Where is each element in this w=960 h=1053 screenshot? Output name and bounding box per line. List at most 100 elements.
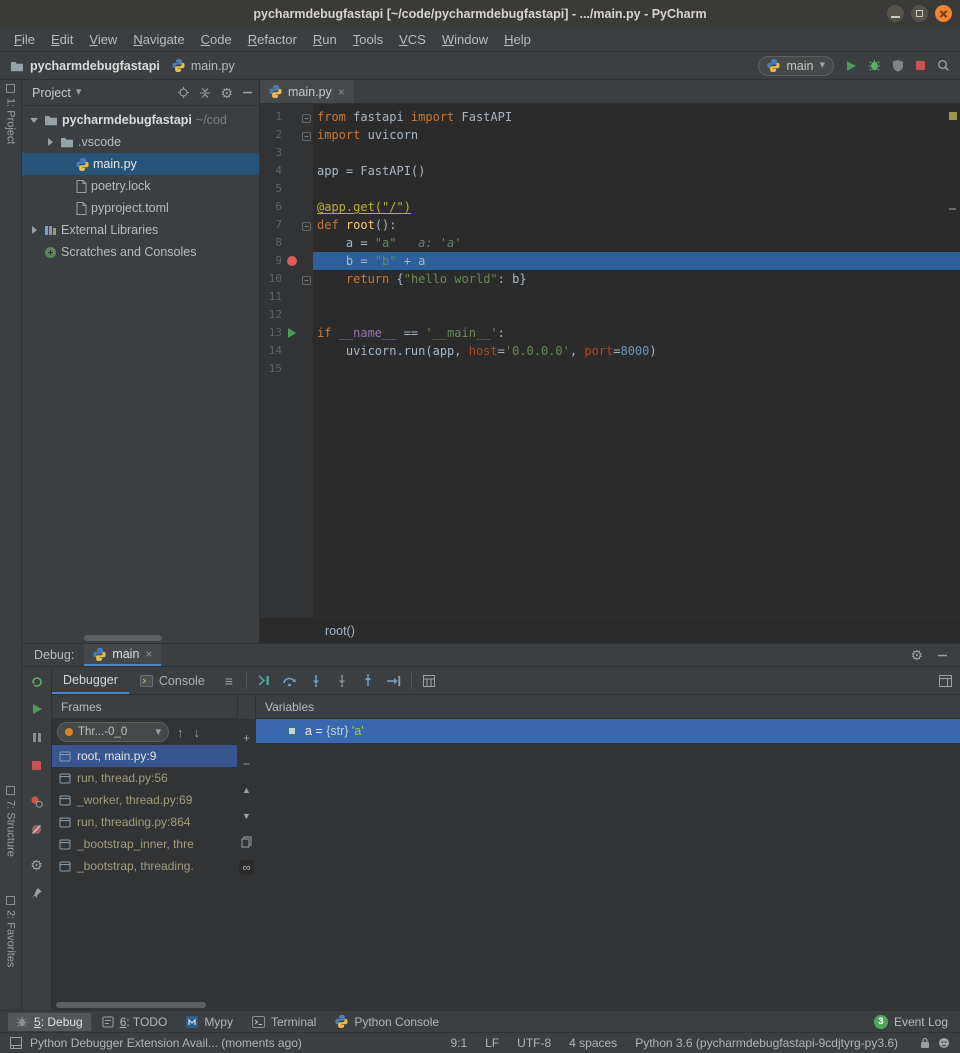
minimize-icon[interactable] xyxy=(887,5,904,22)
breadcrumb-project[interactable]: pycharmdebugfastapi xyxy=(30,59,160,73)
toolwindow-terminal[interactable]: Terminal xyxy=(244,1013,324,1031)
move-up-icon[interactable]: ▲ xyxy=(242,782,251,797)
step-over-icon[interactable] xyxy=(277,668,303,694)
fold-icon[interactable]: − xyxy=(302,132,311,141)
gutter[interactable] xyxy=(284,324,300,342)
stripe-favorites-button[interactable]: 2: Favorites xyxy=(0,896,21,967)
run-config-select[interactable]: main ▾ xyxy=(758,56,834,76)
pin-icon[interactable] xyxy=(31,885,43,901)
toolwindow-toggle-icon[interactable] xyxy=(10,1037,22,1049)
collapse-all-icon[interactable] xyxy=(199,87,211,99)
gutter[interactable] xyxy=(284,198,300,216)
hide-debug-icon[interactable] xyxy=(937,650,948,661)
hector-icon[interactable] xyxy=(938,1037,950,1049)
close-tab-icon[interactable]: × xyxy=(338,85,345,99)
duplicate-watch-icon[interactable] xyxy=(241,834,252,849)
lock-icon[interactable] xyxy=(920,1037,930,1049)
hide-panel-icon[interactable] xyxy=(242,87,253,98)
view-breakpoints-icon[interactable] xyxy=(30,793,43,809)
tree-item-poetry-lock[interactable]: poetry.lock xyxy=(22,175,259,197)
status-message[interactable]: Python Debugger Extension Avail... (mome… xyxy=(30,1036,302,1050)
menu-vcs[interactable]: VCS xyxy=(391,29,434,50)
frames-scrollbar[interactable] xyxy=(52,1000,237,1010)
tree-item-pyproject-toml[interactable]: pyproject.toml xyxy=(22,197,259,219)
gutter[interactable] xyxy=(284,270,300,288)
menu-window[interactable]: Window xyxy=(434,29,496,50)
status-9-1[interactable]: 9:1 xyxy=(450,1036,467,1050)
gutter[interactable] xyxy=(284,360,300,378)
step-out-icon[interactable] xyxy=(355,668,381,694)
tree-item-main-py[interactable]: main.py xyxy=(22,153,259,175)
tree-item-pycharmdebugfastapi[interactable]: pycharmdebugfastapi ~/cod xyxy=(22,109,259,131)
status-4-spaces[interactable]: 4 spaces xyxy=(569,1036,617,1050)
run-to-cursor-icon[interactable] xyxy=(381,668,407,694)
step-into-icon[interactable] xyxy=(303,668,329,694)
gutter[interactable] xyxy=(284,288,300,306)
mute-breakpoints-icon[interactable] xyxy=(30,821,43,837)
frame-run-threading-py-864[interactable]: run, threading.py:864 xyxy=(52,811,237,833)
editor-tab-main-py[interactable]: main.py × xyxy=(260,80,354,103)
frame-run-thread-py-56[interactable]: run, thread.py:56 xyxy=(52,767,237,789)
next-frame-icon[interactable]: ↓ xyxy=(192,725,203,740)
menu-edit[interactable]: Edit xyxy=(43,29,81,50)
close-icon[interactable] xyxy=(935,5,952,22)
stop-button[interactable] xyxy=(915,60,926,71)
project-panel-title[interactable]: Project xyxy=(32,86,71,100)
debug-button[interactable] xyxy=(868,59,881,72)
toolwindow-6-todo[interactable]: 6: TODO xyxy=(94,1013,176,1031)
gutter[interactable] xyxy=(284,342,300,360)
pause-icon[interactable] xyxy=(32,729,42,745)
tree-item-scratches-and-consoles[interactable]: Scratches and Consoles xyxy=(22,241,259,263)
menu-help[interactable]: Help xyxy=(496,29,539,50)
menu-view[interactable]: View xyxy=(81,29,125,50)
search-button[interactable] xyxy=(937,59,950,72)
previous-frame-icon[interactable]: ↑ xyxy=(175,725,186,740)
maximize-icon[interactable] xyxy=(911,5,928,22)
resume-icon[interactable] xyxy=(31,701,43,717)
tree-item-vscode[interactable]: .vscode xyxy=(22,131,259,153)
chevron-down-icon[interactable] xyxy=(28,114,40,126)
stop-icon[interactable] xyxy=(31,757,42,773)
menu-tools[interactable]: Tools xyxy=(345,29,391,50)
toolwindow-5-debug[interactable]: 5: Debug xyxy=(8,1013,91,1031)
project-scrollbar[interactable] xyxy=(22,633,259,643)
status-utf-8[interactable]: UTF-8 xyxy=(517,1036,551,1050)
inspection-marker-icon[interactable] xyxy=(949,112,957,120)
gutter[interactable] xyxy=(284,216,300,234)
evaluate-expression-icon[interactable] xyxy=(416,668,442,694)
settings-icon[interactable]: ⚙ xyxy=(220,86,233,100)
add-watch-icon[interactable]: + xyxy=(243,730,250,745)
debug-session-tab[interactable]: main × xyxy=(84,644,161,666)
menu-refactor[interactable]: Refactor xyxy=(240,29,305,50)
debug-settings-icon[interactable]: ⚙ xyxy=(910,648,923,662)
move-down-icon[interactable]: ▼ xyxy=(242,808,251,823)
gutter[interactable] xyxy=(284,234,300,252)
gutter[interactable] xyxy=(284,108,300,126)
run-line-icon[interactable] xyxy=(288,328,301,338)
gutter[interactable] xyxy=(284,252,300,270)
hamburger-menu-icon[interactable]: ≡ xyxy=(216,668,242,694)
frame-worker-thread-py-69[interactable]: _worker, thread.py:69 xyxy=(52,789,237,811)
toolwindow-python-console[interactable]: Python Console xyxy=(327,1013,447,1031)
frame-root-main-py-9[interactable]: root, main.py:9 xyxy=(52,745,237,767)
remove-watch-icon[interactable]: − xyxy=(243,756,250,771)
thread-select[interactable]: Thr...-0_0 ▾ xyxy=(57,722,169,742)
layout-settings-icon[interactable] xyxy=(939,675,952,687)
variable-row-a[interactable]: a = {str} 'a' xyxy=(256,719,960,743)
frame-bootstrap-inner-thre[interactable]: _bootstrap_inner, thre xyxy=(52,833,237,855)
stripe-structure-button[interactable]: 7: Structure xyxy=(0,786,21,857)
watch-return-values-icon[interactable]: ∞ xyxy=(239,860,254,875)
tree-item-external-libraries[interactable]: External Libraries xyxy=(22,219,259,241)
show-execution-point-icon[interactable] xyxy=(251,668,277,694)
menu-run[interactable]: Run xyxy=(305,29,345,50)
menu-code[interactable]: Code xyxy=(193,29,240,50)
stripe-project-button[interactable]: 1: Project xyxy=(0,84,21,144)
tab-console[interactable]: Console xyxy=(129,667,216,694)
breakpoint-icon[interactable] xyxy=(287,256,297,266)
breadcrumb-file[interactable]: main.py xyxy=(191,59,235,73)
debug-settings-icon[interactable]: ⚙ xyxy=(30,857,43,873)
coverage-button[interactable] xyxy=(892,59,904,72)
locate-icon[interactable] xyxy=(177,86,190,99)
menu-file[interactable]: File xyxy=(6,29,43,50)
fold-icon[interactable]: − xyxy=(302,114,311,123)
